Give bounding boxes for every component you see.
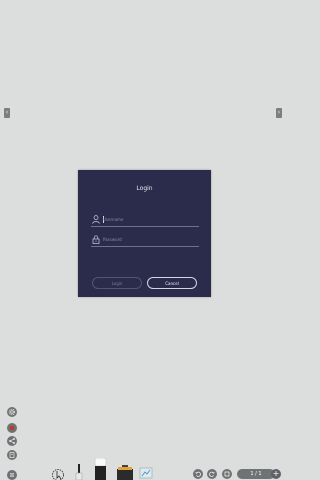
chevron-left-icon: ‹	[5, 109, 9, 116]
undo-button[interactable]	[193, 469, 203, 479]
username-input[interactable]	[103, 215, 195, 224]
login-button[interactable]: Login	[92, 277, 142, 289]
redo-button[interactable]	[207, 469, 217, 479]
chevron-right-icon: ›	[277, 109, 281, 116]
add-page-button[interactable]: +	[271, 469, 281, 479]
page-indicator: 1 / 1	[237, 469, 275, 479]
settings-button[interactable]	[7, 407, 17, 417]
undo-icon	[195, 471, 201, 477]
settings-icon	[8, 408, 16, 416]
cancel-button[interactable]: Cancel	[147, 277, 197, 289]
share-icon	[9, 438, 15, 444]
bottom-toolbar: 1 / 1 +	[0, 455, 281, 480]
username-field[interactable]	[91, 214, 199, 227]
pen-tool-icon[interactable]	[74, 464, 84, 480]
password-input[interactable]	[103, 235, 195, 244]
page-icon	[224, 471, 230, 477]
previous-page-button[interactable]: ‹	[4, 108, 10, 118]
login-dialog: Login Login Cancel	[78, 170, 211, 297]
page-list-button[interactable]	[222, 469, 232, 479]
share-button[interactable]	[7, 436, 17, 446]
login-title: Login	[136, 185, 153, 192]
record-button[interactable]	[7, 423, 17, 433]
plus-icon: +	[272, 469, 280, 478]
toolbox-icon[interactable]	[116, 465, 134, 480]
record-icon	[9, 425, 15, 431]
select-tool-icon[interactable]	[50, 467, 66, 480]
next-page-button[interactable]: ›	[276, 108, 282, 118]
eraser-tool-icon[interactable]	[94, 458, 107, 480]
password-field[interactable]	[91, 234, 199, 247]
redo-icon	[209, 471, 215, 477]
user-icon	[92, 215, 100, 224]
whiteboard-icon[interactable]	[139, 466, 153, 480]
lock-icon	[92, 235, 100, 244]
